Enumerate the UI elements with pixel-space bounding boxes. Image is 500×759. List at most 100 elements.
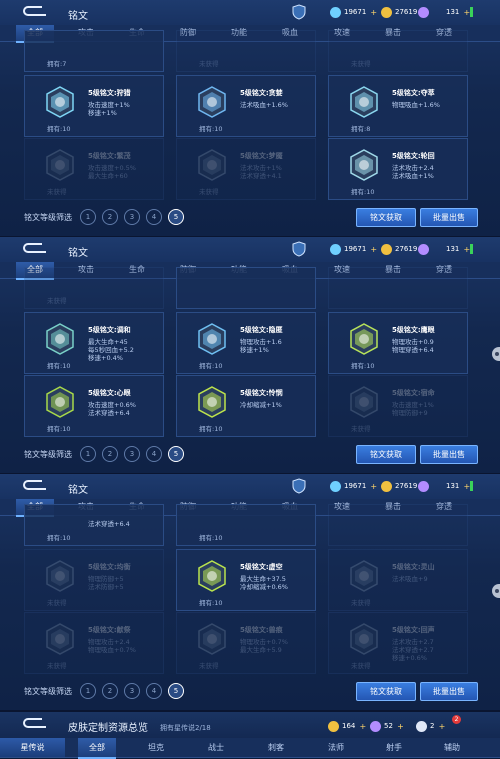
side-handle[interactable] [492,347,500,361]
level-filter-3[interactable]: 3 [124,209,140,225]
owned-count: 未获得 [47,599,67,607]
tab-2[interactable]: 战士 [196,738,236,757]
inscription-name: 5级铭文:轮回 [392,152,435,160]
inscription-card[interactable]: 未获得 [328,30,468,72]
inscription-panel: 铭文19671+27619+131+全部攻击生命防御功能吸血攻速暴击穿透未获得5… [0,237,500,475]
inscription-card[interactable]: 拥有:10 [176,504,316,546]
batch-sell-button[interactable]: 批量出售 [420,445,478,464]
inscription-name: 5级铭文:狩猎 [88,89,131,97]
page-title: 铭文 [68,485,88,496]
back-icon[interactable] [22,6,48,18]
inscription-card[interactable]: 5级铭文:虚空 最大生命+37.5 冷却缩减+0.6% 拥有:10 [176,549,316,611]
add-currency-button[interactable]: + [437,722,446,731]
inscription-card[interactable]: 5级铭文:献祭 物理攻击+2.4 物理吸血+0.7% 未获得 [24,612,164,674]
inscription-card[interactable]: 5级铭文:兽痕 物理攻击+0.7% 最大生命+5.9 未获得 [176,612,316,674]
currency-value: 2 [430,722,435,730]
inscription-card[interactable]: 5级铭文:怜悯 冷却缩减+1% 拥有:10 [176,375,316,437]
owned-summary: 拥有星传说2/18 [160,724,211,732]
inscription-gem-icon [45,386,75,418]
inscription-card[interactable]: 5级铭文:梦魇 法术攻击+1% 法术穿透+4.1 未获得 [176,138,316,200]
owned-count: 未获得 [351,425,371,433]
level-filter-4[interactable]: 4 [146,446,162,462]
currency-value: 131 [446,482,460,490]
level-filter-5[interactable]: 5 [168,446,184,462]
inscription-gem-icon [349,323,379,355]
gold-coin-icon [381,243,392,255]
inscription-card[interactable] [328,267,468,309]
tab-6[interactable]: 辅助 [432,738,472,757]
inscription-card[interactable]: 5级铭文:均衡 物理防御+5 法术防御+5 未获得 [24,549,164,611]
level-filter-2[interactable]: 2 [102,446,118,462]
level-filter-2[interactable]: 2 [102,209,118,225]
diamond-counter: 19671 + [330,242,378,256]
inscription-card[interactable]: 5级铭文:调和 最大生命+45 每5秒回血+5.2 移速+0.4% 拥有:10 [24,312,164,374]
tab-3[interactable]: 刺客 [256,738,296,757]
inscription-card[interactable]: 5级铭文:鹰眼 物理攻击+0.9 物理穿透+6.4 拥有:10 [328,312,468,374]
inscription-panel: 铭文19671+27619+131+全部攻击生命防御功能吸血攻速暴击穿透法术穿透… [0,474,500,712]
inscription-card[interactable]: 5级铭文:繁茂 攻击速度+0.5% 最大生命+60 未获得 [24,138,164,200]
diamond-counter: 19671 + [330,479,378,493]
inscription-card[interactable]: 5级铭文:隐匿 物理攻击+1.6 移速+1% 拥有:10 [176,312,316,374]
get-inscription-button[interactable]: 铭文获取 [356,445,416,464]
inscription-card[interactable] [328,504,468,546]
add-currency-button[interactable]: + [358,722,367,731]
get-inscription-button[interactable]: 铭文获取 [356,208,416,227]
tab-5[interactable]: 射手 [374,738,414,757]
signal-icon [470,244,473,254]
back-icon[interactable] [22,718,48,730]
top-bar: 铭文 19671+ 27619 +131+ [0,474,500,499]
currency-value: 27619 [395,245,418,253]
tab-0[interactable]: 全部 [78,738,116,759]
inscription-name: 5级铭文:怜悯 [240,389,283,397]
inscription-card[interactable] [176,267,316,309]
side-handle[interactable] [492,584,500,598]
inscription-card[interactable]: 5级铭文:宿命 攻击速度+1% 物理防御+9 未获得 [328,375,468,437]
level-filter-2[interactable]: 2 [102,683,118,699]
level-filter-3[interactable]: 3 [124,683,140,699]
inscription-card[interactable]: 5级铭文:夺萃 物理吸血+1.6% 拥有:8 [328,75,468,137]
back-icon[interactable] [22,480,48,492]
owned-count: 拥有:10 [199,125,223,133]
level-filter-1[interactable]: 1 [80,446,96,462]
level-filter-1[interactable]: 1 [80,683,96,699]
inscription-card[interactable]: 未获得 [176,30,316,72]
inscription-card[interactable]: 5级铭文:贪婪 法术吸血+1.6% 拥有:10 [176,75,316,137]
filter-bar: 铭文等级筛选 1 2 3 4 5 铭文获取 批量出售 [0,679,500,704]
inscription-card[interactable]: 未获得 [24,267,164,309]
inscription-stat: 法术吸血+1% [392,172,434,180]
shield-icon[interactable] [292,241,306,257]
inscription-card[interactable]: 5级铭文:心眼 攻击速度+0.6% 法术穿透+6.4 拥有:10 [24,375,164,437]
level-filter-3[interactable]: 3 [124,446,140,462]
level-filter-5[interactable]: 5 [168,209,184,225]
shield-icon[interactable] [292,478,306,494]
inscription-gem-icon [349,386,379,418]
add-currency-button[interactable]: + [369,245,378,254]
star-legend-tab[interactable]: 星传说 [0,738,65,757]
level-filter-4[interactable]: 4 [146,683,162,699]
add-currency-button[interactable]: + [396,722,405,731]
inscription-card[interactable]: 5级铭文:灵山 法术吸血+9 未获得 [328,549,468,611]
add-currency-button[interactable]: + [369,482,378,491]
inscription-gem-icon [349,149,379,181]
batch-sell-button[interactable]: 批量出售 [420,682,478,701]
inscription-card[interactable]: 拥有:7 [24,30,164,72]
owned-count: 拥有:7 [47,60,67,68]
owned-count: 拥有:10 [351,188,375,196]
tab-4[interactable]: 法师 [316,738,356,757]
shield-icon[interactable] [292,4,306,20]
back-icon[interactable] [22,243,48,255]
level-filter-4[interactable]: 4 [146,209,162,225]
level-filter-1[interactable]: 1 [80,209,96,225]
inscription-card[interactable]: 5级铭文:回声 法术攻击+2.7 法术穿透+2.7 移速+0.6% 未获得 [328,612,468,674]
get-inscription-button[interactable]: 铭文获取 [356,682,416,701]
page-title: 铭文 [68,11,88,22]
inscription-gem-icon [349,623,379,655]
add-currency-button[interactable]: + [369,8,378,17]
tab-1[interactable]: 坦克 [136,738,176,757]
inscription-card[interactable]: 5级铭文:狩猎 攻击速度+1% 移速+1% 拥有:10 [24,75,164,137]
inscription-card[interactable]: 5级铭文:轮回 法术攻击+2.4 法术吸血+1% 拥有:10 [328,138,468,200]
currency-value: 52 [384,722,393,730]
batch-sell-button[interactable]: 批量出售 [420,208,478,227]
level-filter-5[interactable]: 5 [168,683,184,699]
inscription-card[interactable]: 法术穿透+6.4 拥有:10 [24,504,164,546]
